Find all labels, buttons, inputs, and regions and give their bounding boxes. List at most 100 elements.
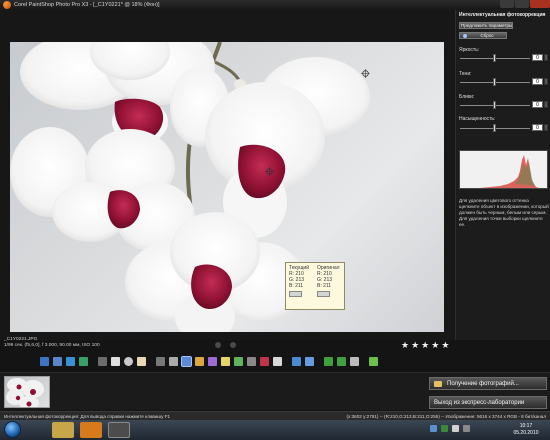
clock-date: 05.20.2010 (513, 430, 539, 436)
original-swatch (317, 291, 330, 297)
saturation-label: Насыщенность: (459, 116, 496, 122)
shadows-label: Тени: (459, 71, 472, 77)
minimize-button[interactable] (500, 0, 514, 8)
save-icon[interactable] (53, 356, 62, 366)
shadows-slider-thumb[interactable] (493, 78, 496, 86)
highlights-spinner[interactable] (544, 101, 548, 108)
pan-icon[interactable] (137, 356, 146, 366)
sample-point-crosshair[interactable] (361, 69, 370, 78)
window-controls (499, 0, 550, 10)
highlights-value[interactable]: 0 (532, 101, 543, 108)
system-tray (430, 425, 470, 432)
sharpen-icon[interactable] (234, 356, 243, 366)
star-icon[interactable]: ★ (441, 341, 449, 350)
straighten-icon[interactable] (156, 356, 165, 366)
view-icon[interactable] (98, 356, 107, 366)
explorer-taskbar-icon[interactable] (52, 422, 74, 438)
star-icon[interactable]: ★ (421, 341, 429, 350)
current-b: B: 211 (289, 283, 304, 289)
exit-express-lab-label: Выход из экспресс-лаборатории (434, 400, 525, 406)
app-icon (3, 1, 11, 9)
saturation-spinner[interactable] (544, 124, 548, 131)
saturation-value[interactable]: 0 (532, 124, 543, 131)
security-icon[interactable] (441, 425, 448, 432)
current-swatch (289, 291, 302, 297)
exit-express-lab-button[interactable]: Выход из экспресс-лаборатории (429, 396, 547, 409)
unflag-icon[interactable] (337, 356, 346, 366)
histogram-graph (480, 155, 539, 188)
get-photos-button[interactable]: Получение фотографий... (429, 377, 547, 390)
rotate-left-icon[interactable] (66, 356, 75, 366)
start-button[interactable] (4, 421, 21, 438)
share-icon[interactable] (305, 356, 314, 366)
shadows-spinner[interactable] (544, 78, 548, 85)
highlights-label: Блики: (459, 94, 475, 100)
sample-point-crosshair[interactable] (265, 167, 274, 176)
shadows-value[interactable]: 0 (532, 78, 543, 85)
orchid-illustration (10, 42, 370, 332)
brightness-icon[interactable] (221, 356, 230, 366)
star-icon[interactable]: ★ (411, 341, 419, 350)
image-navigation (215, 342, 236, 348)
title-bar: Corel PaintShop Photo Pro X3 - [_C1Y0221… (0, 0, 550, 10)
star-icon[interactable]: ★ (401, 341, 409, 350)
thumbnail-orchid[interactable] (4, 376, 50, 408)
media-player-taskbar-icon[interactable] (80, 422, 102, 438)
pixel-info-tooltip: Текущий R: 210 G: 213 B: 211 Оригинал R:… (285, 262, 345, 310)
panel-help-text: Для удаления цветового оттенка щелкните … (459, 198, 549, 227)
volume-icon[interactable] (463, 425, 470, 432)
levels-icon[interactable] (195, 356, 204, 366)
fullscreen-icon[interactable] (111, 356, 120, 366)
edit-icon[interactable] (369, 356, 378, 366)
system-clock[interactable]: 10:17 05.20.2010 (508, 423, 544, 437)
original-b: B: 211 (317, 283, 332, 289)
flag-icon[interactable] (324, 356, 333, 366)
brightness-slider-thumb[interactable] (493, 54, 496, 62)
suggest-settings-button[interactable]: Предложить параметры (459, 22, 513, 29)
status-image-info: (x:3602 y:2791) -- (R:210,G:213,B:211,O:… (346, 414, 547, 419)
brightness-value[interactable]: 0 (532, 54, 543, 61)
folder-icon (434, 381, 442, 387)
fit-window-icon[interactable] (40, 356, 49, 366)
previous-image-button[interactable] (215, 342, 221, 348)
rotate-right-icon[interactable] (79, 356, 88, 366)
close-button[interactable] (530, 0, 550, 8)
panel-title: Интеллектуальная фотокоррекция (459, 12, 546, 18)
network-icon[interactable] (430, 425, 437, 432)
quick-tools-toolbar (40, 355, 378, 367)
paintshop-taskbar-icon[interactable] (108, 422, 130, 438)
histogram (459, 150, 548, 189)
reset-button[interactable]: Сброс (459, 32, 507, 39)
thumbnail-illustration (6, 378, 44, 407)
taskbar: 10:17 05.20.2010 (0, 420, 550, 440)
rating-stars[interactable]: ★ ★ ★ ★ ★ (401, 341, 449, 350)
reset-icon (463, 34, 467, 38)
original-values: Оригинал R: 210 G: 213 B: 211 (317, 265, 345, 297)
brightness-spinner[interactable] (544, 54, 548, 61)
language-icon[interactable] (452, 425, 459, 432)
retouch-icon[interactable] (273, 356, 282, 366)
history-icon[interactable] (292, 356, 301, 366)
window-title: Corel PaintShop Photo Pro X3 - [_C1Y0221… (14, 2, 160, 8)
file-info: _C1Y0221.JPG 1/99 сек. (f5,6,0], f 3.000… (4, 337, 100, 349)
maximize-button[interactable] (515, 0, 529, 8)
status-help-text: Интеллектуальная фотокоррекция: Для выво… (4, 414, 171, 419)
smart-fix-icon[interactable] (181, 355, 192, 367)
red-eye-icon[interactable] (260, 356, 269, 366)
star-icon[interactable]: ★ (431, 341, 439, 350)
makeover-icon[interactable] (247, 356, 256, 366)
current-values: Текущий R: 210 G: 213 B: 211 (289, 265, 317, 297)
image-viewer: Текущий R: 210 G: 213 B: 211 Оригинал R:… (0, 10, 455, 348)
crop-icon[interactable] (169, 356, 178, 366)
reset-label: Сброс (480, 33, 494, 38)
highlights-slider-thumb[interactable] (493, 101, 496, 109)
saturation-slider-thumb[interactable] (493, 124, 496, 132)
zoom-icon[interactable] (124, 356, 133, 366)
delete-icon[interactable] (350, 356, 359, 366)
brightness-label: Яркость: (459, 47, 480, 53)
status-bar: Интеллектуальная фотокоррекция: Для выво… (0, 411, 550, 420)
color-balance-icon[interactable] (208, 356, 217, 366)
photo-orchid[interactable] (10, 42, 444, 332)
exif-info: 1/99 сек. (f5,6,0], f 3.000, 90.00 мм, I… (4, 343, 100, 348)
next-image-button[interactable] (230, 342, 236, 348)
